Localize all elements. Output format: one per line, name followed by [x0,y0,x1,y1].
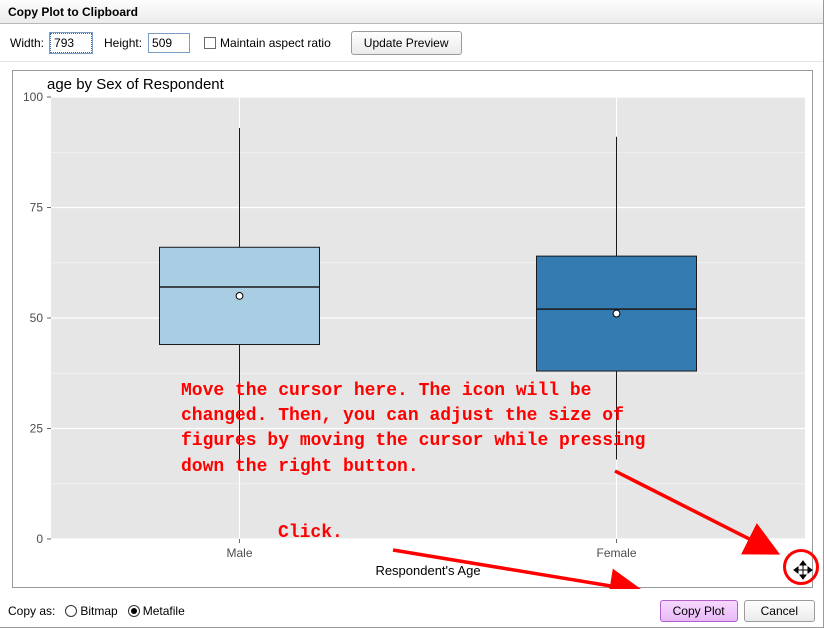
radio-metafile[interactable]: Metafile [128,604,185,618]
height-input[interactable] [148,33,190,53]
footer-bar: Copy as: Bitmap Metafile Copy Plot Cance… [0,595,823,627]
svg-text:Male: Male [226,546,252,560]
aspect-checkbox[interactable]: Maintain aspect ratio [204,36,331,50]
plot-preview: 0 25 50 75 100 Male Female age by Sex of Respon… [12,70,813,588]
checkbox-icon [204,37,216,49]
svg-text:75: 75 [30,201,44,215]
copy-as-group: Copy as: Bitmap Metafile [8,604,185,618]
svg-text:25: 25 [30,422,44,436]
window-title: Copy Plot to Clipboard [8,5,138,19]
annotation-instruction: Move the cursor here. The icon will be c… [181,379,645,480]
plot-container: 0 25 50 75 100 Male Female age by Sex of Respon… [12,70,823,589]
width-input[interactable] [50,33,92,53]
svg-text:Female: Female [596,546,636,560]
radio-icon [128,605,140,617]
svg-text:age by Sex of Respondent: age by Sex of Respondent [47,76,225,93]
svg-text:0: 0 [36,532,43,546]
radio-bitmap-label: Bitmap [80,604,117,618]
annotation-click: Click. [278,521,343,546]
radio-icon [65,605,77,617]
cancel-button[interactable]: Cancel [744,600,815,622]
copy-as-label: Copy as: [8,604,55,618]
toolbar: Width: Height: Maintain aspect ratio Upd… [0,24,823,62]
svg-text:100: 100 [23,90,43,104]
chart-svg: 0 25 50 75 100 Male Female age by Sex of Respon… [13,71,814,589]
move-icon [793,560,813,580]
window-titlebar: Copy Plot to Clipboard [0,0,823,24]
update-preview-button[interactable]: Update Preview [351,31,462,55]
height-label: Height: [104,36,142,50]
svg-text:Respondent's Age: Respondent's Age [375,563,480,578]
svg-text:50: 50 [30,311,44,325]
copy-plot-button[interactable]: Copy Plot [660,600,738,622]
aspect-label: Maintain aspect ratio [220,36,331,50]
width-label: Width: [10,36,44,50]
radio-bitmap[interactable]: Bitmap [65,604,117,618]
radio-metafile-label: Metafile [143,604,185,618]
resize-handle[interactable] [792,559,814,581]
